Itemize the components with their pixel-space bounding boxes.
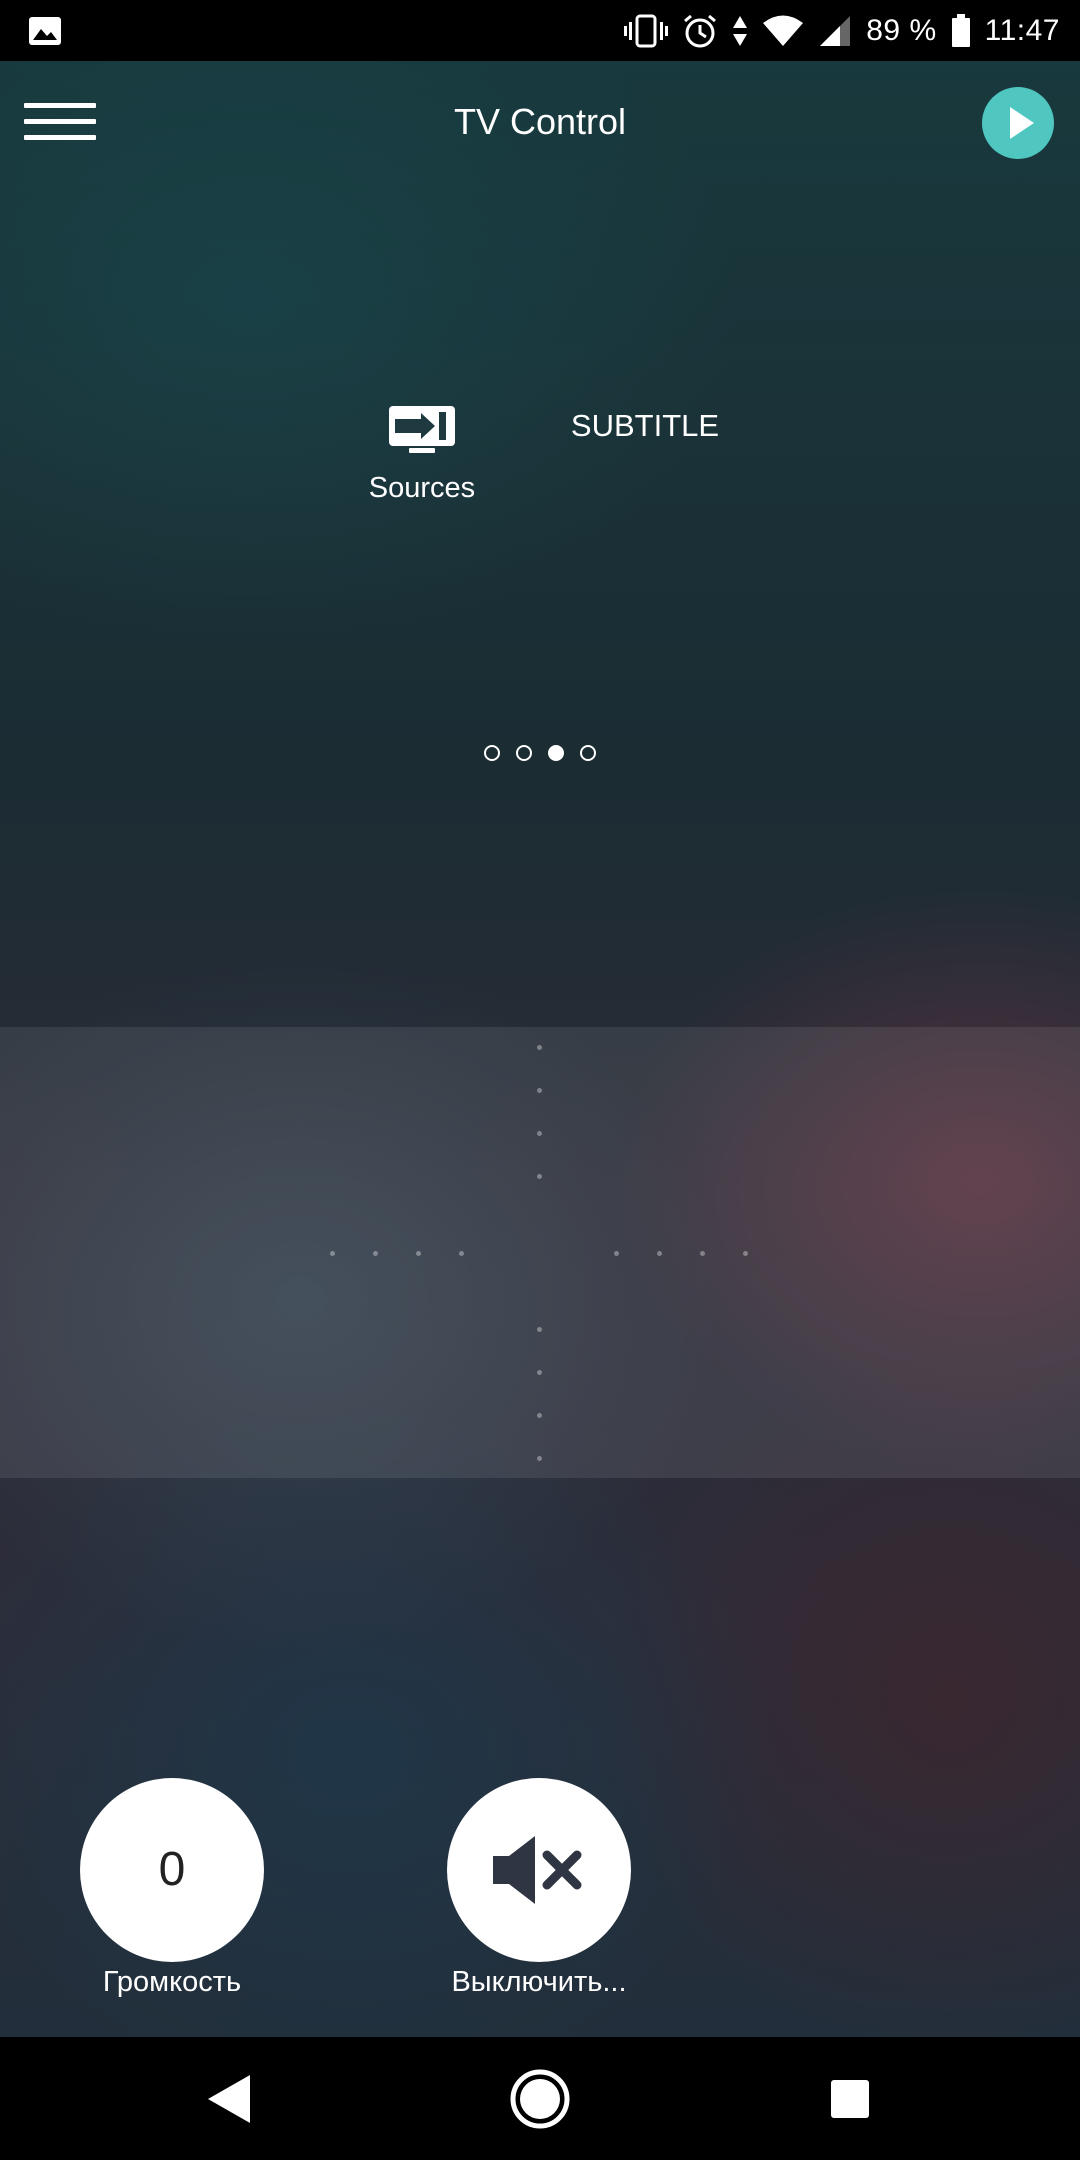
subtitle-button[interactable]: SUBTITLE [560,408,730,452]
volume-value: 0 [158,1843,186,1896]
page-title: TV Control [453,101,627,142]
sources-button[interactable]: Sources [352,400,492,515]
image-notification-icon [28,16,62,46]
wifi-icon [762,14,804,48]
page-dot[interactable] [484,745,500,761]
page-dot[interactable] [516,745,532,761]
alarm-icon [682,13,718,49]
screen: 89 % 11:47 TV Control Sources SUBTITLE 0… [0,0,1080,2160]
app-bar: TV Control [0,61,1080,183]
volume-label: Громкость [102,1966,242,1998]
back-button[interactable] [170,2037,290,2160]
page-indicator [0,745,1080,761]
input-source-icon [387,404,457,461]
battery-percent: 89 % [866,13,937,47]
play-icon [1010,107,1034,139]
status-time: 11:47 [984,13,1060,47]
home-icon [510,2069,570,2129]
recents-icon [831,2080,869,2118]
battery-icon [951,13,971,48]
mute-button[interactable] [447,1778,631,1962]
page-dot[interactable] [580,745,596,761]
touchpad[interactable] [0,1027,1080,1478]
recents-button[interactable] [790,2037,910,2160]
page-dot-active[interactable] [548,745,564,761]
play-button[interactable] [982,87,1054,159]
home-button[interactable] [480,2037,600,2160]
signal-icon [818,14,852,48]
status-icons: 89 % 11:47 [624,0,1060,61]
data-arrows-icon [732,14,748,48]
vibrate-icon [624,14,669,48]
mute-label: Выключить... [451,1966,627,1998]
volume-button[interactable]: 0 [80,1778,264,1962]
navigation-bar [0,2037,1080,2160]
sources-label: Sources [368,472,476,504]
back-icon [208,2075,250,2123]
mute-speaker-icon [493,1836,582,1904]
status-bar: 89 % 11:47 [0,0,1080,61]
